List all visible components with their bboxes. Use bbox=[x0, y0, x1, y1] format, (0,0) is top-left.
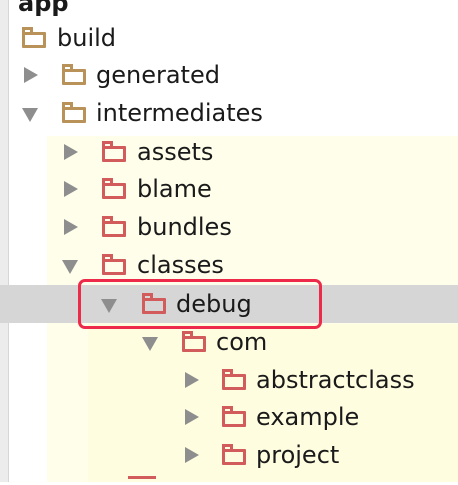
expand-arrow-icon[interactable] bbox=[185, 409, 199, 425]
folder-icon bbox=[102, 141, 126, 162]
folder-icon bbox=[222, 406, 246, 427]
tree-row-label: classes bbox=[137, 251, 224, 279]
tree-row-label: abstractclass bbox=[256, 366, 415, 394]
tree-row-bundles[interactable]: bundles bbox=[0, 208, 458, 246]
folder-icon bbox=[182, 331, 206, 352]
project-tree: app build generated intermediates assets… bbox=[0, 0, 458, 482]
tree-row-label: project bbox=[256, 441, 340, 469]
expand-arrow-icon[interactable] bbox=[185, 447, 199, 463]
tree-row-build[interactable]: build bbox=[0, 19, 458, 57]
folder-icon bbox=[222, 444, 246, 465]
tree-row-example[interactable]: example bbox=[0, 398, 458, 436]
folder-icon bbox=[102, 216, 126, 237]
folder-icon bbox=[62, 102, 86, 123]
tree-row-assets[interactable]: assets bbox=[0, 133, 458, 171]
collapse-arrow-icon[interactable] bbox=[62, 260, 78, 274]
tree-row-label: assets bbox=[137, 138, 214, 166]
folder-icon bbox=[62, 64, 86, 85]
tree-row-label: com bbox=[216, 328, 268, 356]
tree-row-abstractclass[interactable]: abstractclass bbox=[0, 361, 458, 399]
folder-icon bbox=[102, 254, 126, 275]
tree-row-label: generated bbox=[96, 61, 220, 89]
tree-row-label: intermediates bbox=[96, 99, 263, 127]
annotation-highlight-box bbox=[78, 279, 322, 329]
tree-row-label: bundles bbox=[137, 213, 232, 241]
collapse-arrow-icon[interactable] bbox=[142, 337, 158, 351]
collapse-arrow-icon[interactable] bbox=[22, 108, 38, 122]
folder-icon bbox=[102, 178, 126, 199]
tree-root-label[interactable]: app bbox=[18, 0, 69, 18]
tree-row-label: build bbox=[57, 24, 117, 52]
expand-arrow-icon[interactable] bbox=[64, 181, 78, 197]
tree-row-intermediates[interactable]: intermediates bbox=[0, 94, 458, 132]
expand-arrow-icon[interactable] bbox=[64, 219, 78, 235]
folder-icon bbox=[222, 369, 246, 390]
tree-row-generated[interactable]: generated bbox=[0, 56, 458, 94]
expand-arrow-icon[interactable] bbox=[64, 144, 78, 160]
folder-icon bbox=[22, 27, 46, 48]
expand-arrow-icon[interactable] bbox=[24, 67, 38, 83]
tree-row-label: blame bbox=[137, 175, 212, 203]
tree-row-label: example bbox=[256, 403, 360, 431]
tree-row-blame[interactable]: blame bbox=[0, 170, 458, 208]
expand-arrow-icon[interactable] bbox=[185, 372, 199, 388]
tree-row-project[interactable]: project bbox=[0, 436, 458, 474]
partial-folder-icon bbox=[128, 476, 156, 485]
